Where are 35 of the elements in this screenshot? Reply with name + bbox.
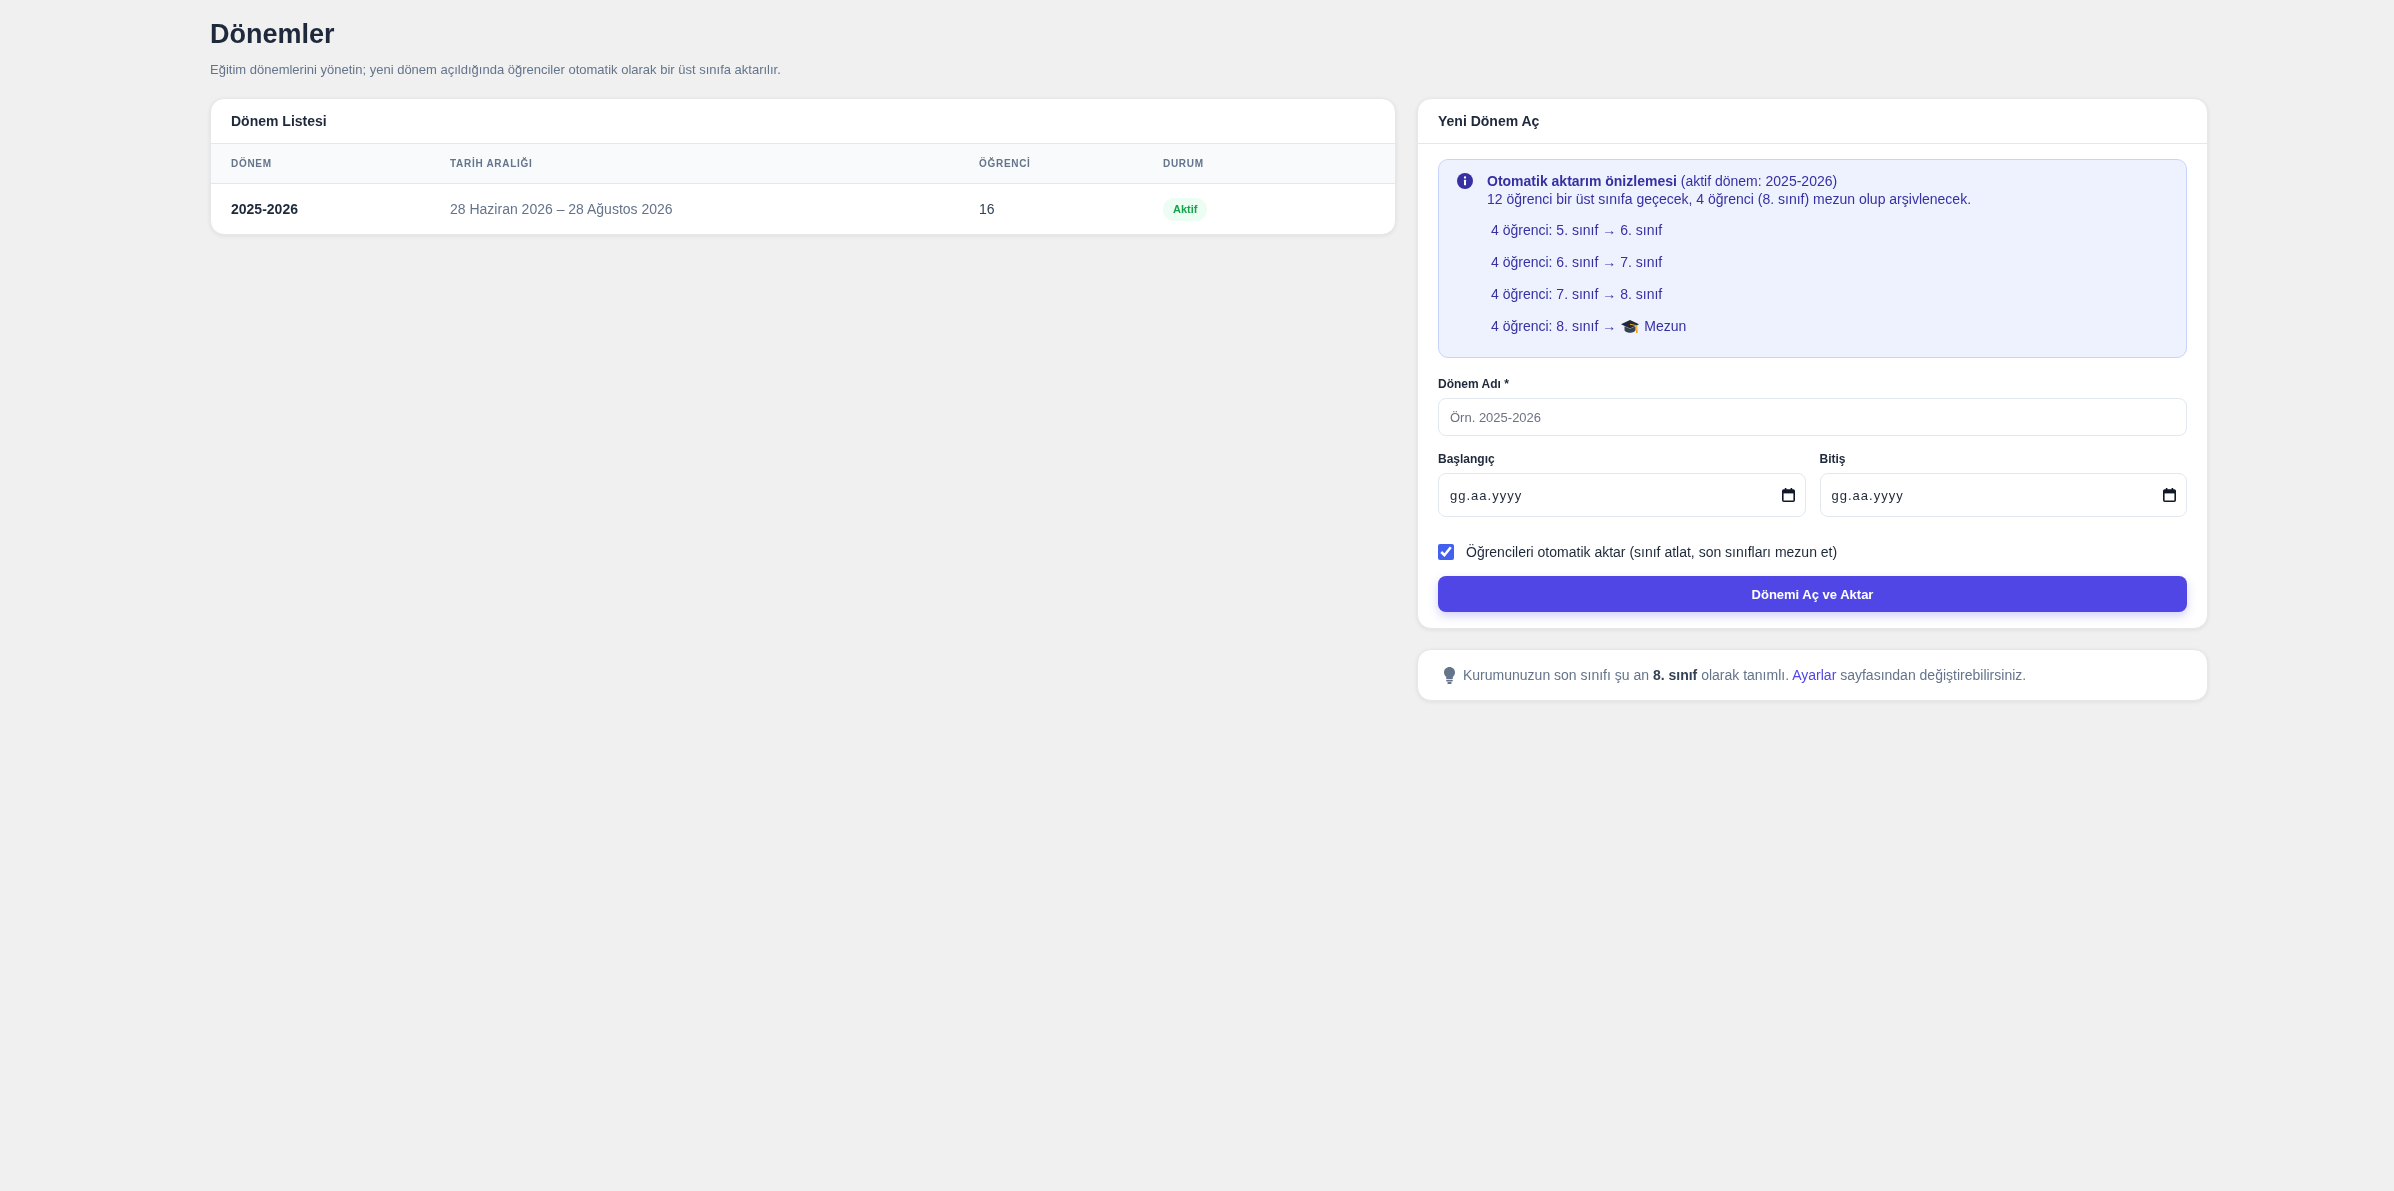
preview-heading: Otomatik aktarım önizlemesi (aktif dönem: 2025-2026) (1487, 172, 1839, 190)
card-title: Yeni Dönem Aç (1438, 113, 1540, 129)
table-cell-text: 16 (978, 201, 996, 217)
transfer-item: 4 öğrenci: 5. sınıf → 6. sınıf (1491, 221, 1663, 239)
column-header: DURUM (1162, 158, 1205, 169)
column-header: DÖNEM (230, 158, 273, 169)
transfer-item: 4 öğrenci: 6. sınıf → 7. sınıf (1491, 253, 1663, 271)
checkbox-label: Öğrencileri otomatik aktar (sınıf atlat, son sınıfları mezun et) (1466, 543, 1838, 561)
field-label: Dönem Adı * (1438, 376, 1510, 392)
field-label: Başlangıç (1438, 451, 1496, 467)
calendar-icon[interactable] (1781, 488, 1795, 502)
submit-button[interactable]: Dönemi Aç ve Aktar (1438, 576, 2187, 612)
status-badge: Aktif (1163, 197, 1208, 221)
date-field[interactable]: gg.aa.yyyy (1438, 473, 1806, 517)
lightbulb-icon (1444, 666, 1455, 684)
page-subtitle: Eğitim dönemlerini yönetin; yeni dönem açıldığında öğrenciler otomatik olarak bir üst sınıfa aktarılır. (210, 61, 782, 79)
transfer-item: 4 öğrenci: 8. sınıf → (1491, 317, 1617, 335)
column-header: TARİH ARALIĞI (449, 158, 534, 169)
card-title: Dönem Listesi (231, 113, 327, 129)
calendar-icon[interactable] (2163, 488, 2176, 502)
settings-link[interactable]: Ayarlar (1792, 667, 1837, 683)
checkbox[interactable] (1438, 544, 1454, 560)
table-cell-text: 2025-2026 (230, 201, 299, 217)
transfer-item: 4 öğrenci: 7. sınıf → 8. sınıf (1491, 285, 1663, 303)
page-title: Dönemler (210, 18, 336, 51)
table-cell-text: 28 Haziran 2026 – 28 Ağustos 2026 (449, 201, 674, 217)
info-icon (1457, 173, 1473, 189)
graduation-cap-icon (1621, 318, 1640, 334)
date-field[interactable]: gg.aa.yyyy (1819, 473, 2187, 517)
field-label: Bitiş (1819, 451, 1847, 467)
graduate-label: Mezun (1644, 317, 1687, 335)
column-header: ÖĞRENCİ (978, 158, 1032, 169)
tip-text: Kurumunuzun son sınıfı şu an 8. sınıf olarak tanımlı. Ayarlar sayfasından değiştirebilirsiniz. (1463, 667, 2027, 683)
input-field[interactable]: Örn. 2025-2026 (1438, 398, 2187, 436)
preview-summary: 12 öğrenci bir üst sınıfa geçecek, 4 öğrenci (8. sınıf) mezun olup arşivlenecek. (1487, 190, 1972, 208)
